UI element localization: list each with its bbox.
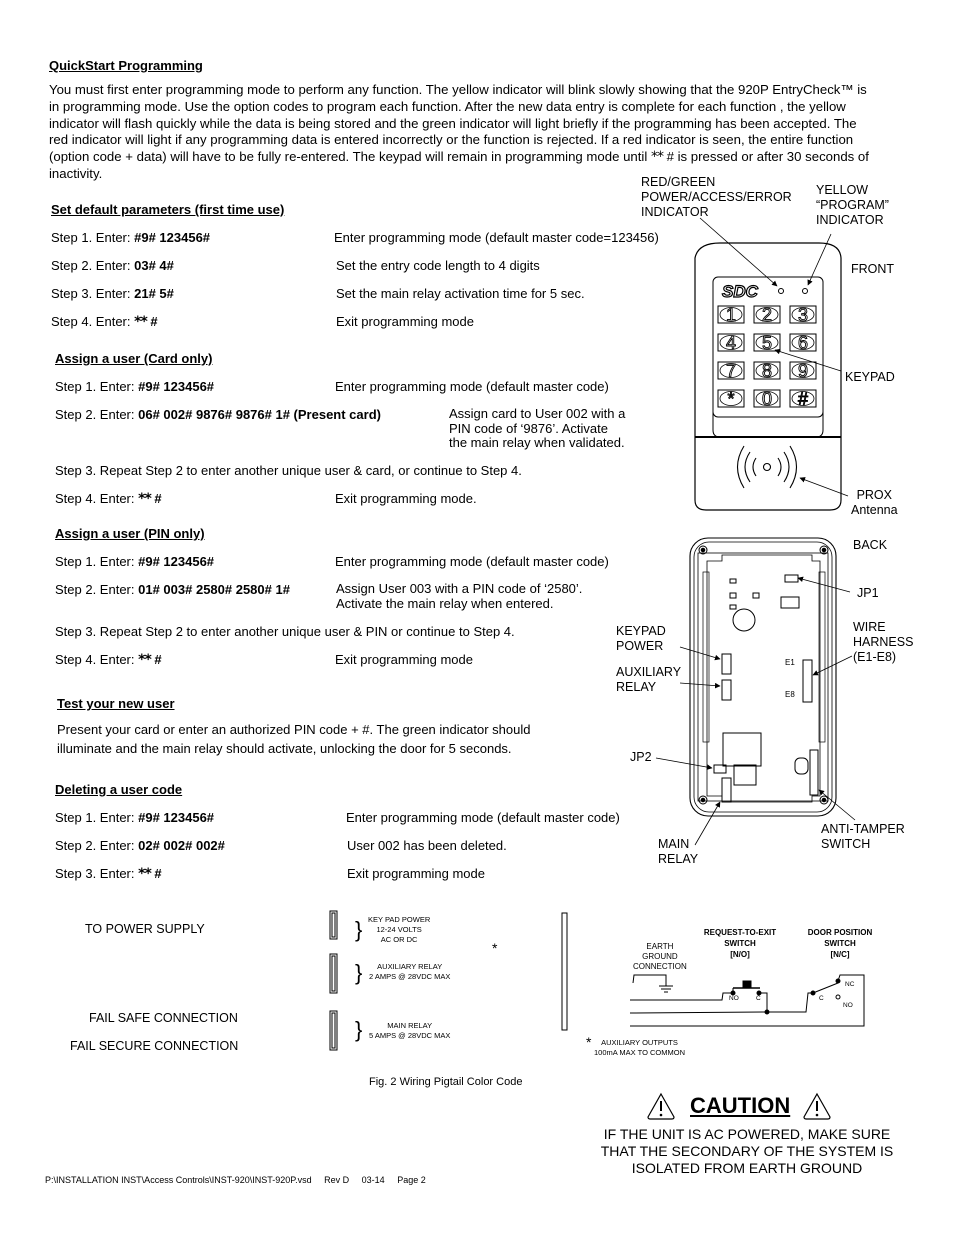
brace-icon: } <box>355 960 362 985</box>
fail-safe-label: FAIL SAFE CONNECTION <box>89 1011 238 1025</box>
door-position-switch-label: DOOR POSITION SWITCH [N/C] <box>807 928 873 959</box>
harness-connector-block <box>561 912 568 1031</box>
footer: P:\INSTALLATION INST\Access Controls\INS… <box>45 1175 426 1185</box>
to-power-supply-label: TO POWER SUPPLY <box>85 922 205 936</box>
aux-relay-connector-block <box>329 953 338 994</box>
aux-relay-note: AUXILIARY RELAY 2 AMPS @ 28VDC MAX <box>369 962 451 981</box>
door-no-term: NO <box>843 1002 853 1009</box>
asterisk-marker: * <box>492 940 498 956</box>
caution-text: IF THE UNIT IS AC POWERED, MAKE SURE THA… <box>600 1126 894 1176</box>
request-to-exit-switch-icon <box>629 974 865 1027</box>
power-connector <box>329 910 338 940</box>
asterisk-marker: * <box>586 1034 592 1050</box>
warning-icon <box>803 1092 831 1120</box>
fail-secure-label: FAIL SECURE CONNECTION <box>70 1039 239 1053</box>
footer-date: 03-14 <box>361 1175 385 1185</box>
rex-switch-label: REQUEST-TO-EXIT SWITCH [N/O] <box>703 928 777 959</box>
rex-c-term: C <box>756 995 761 1002</box>
warning-icon <box>647 1092 675 1120</box>
brace-icon: } <box>355 1017 362 1042</box>
caution-title: CAUTION <box>690 1093 791 1118</box>
aux-outputs-note: AUXILIARY OUTPUTS 100mA MAX TO COMMON <box>594 1038 685 1057</box>
door-nc-term: NC <box>845 981 855 988</box>
rex-no-term: NO <box>729 995 739 1002</box>
footer-path: P:\INSTALLATION INST\Access Controls\INS… <box>45 1175 312 1185</box>
earth-ground-label: EARTH GROUND CONNECTION <box>633 942 687 971</box>
main-relay-note: MAIN RELAY 5 AMPS @ 28VDC MAX <box>369 1021 451 1040</box>
brace-icon: } <box>355 917 362 942</box>
keypad-power-note: KEY PAD POWER 12-24 VOLTS AC OR DC <box>368 915 431 944</box>
main-relay-connector-block <box>329 1010 338 1051</box>
caution-banner: CAUTION <box>640 1090 840 1124</box>
figure-caption: Fig. 2 Wiring Pigtail Color Code <box>369 1076 523 1088</box>
earth-ground-icon <box>632 974 673 993</box>
footer-rev: Rev D <box>324 1175 350 1185</box>
footer-page: Page 2 <box>397 1175 426 1185</box>
door-c-term: C <box>819 995 824 1002</box>
